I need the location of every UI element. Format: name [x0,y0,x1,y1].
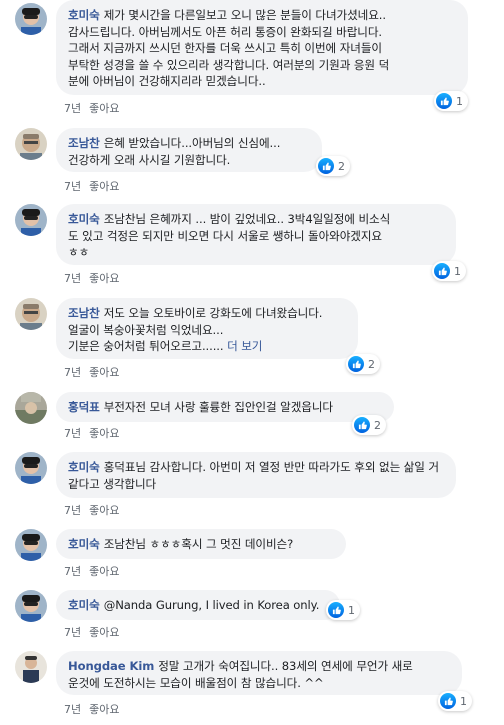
comment-meta: 7년 좋아요 [64,178,120,194]
comment-author[interactable]: Hongdae Kim [68,659,154,673]
like-reaction-icon [348,356,364,372]
comment-text: 조남찬님 은혜까지 ... 밤이 깊었네요.. 3박4일일정에 비소식 도 있고… [68,212,391,259]
see-more-link[interactable]: 더 보기 [227,339,262,353]
comment-bubble: 호미숙 홍덕표님 감사합니다. 아번미 저 열정 반만 따라가도 후외 없는 삶일… [56,452,456,498]
reaction-count[interactable]: 2 [346,354,380,374]
comment-timestamp[interactable]: 7년 [64,502,81,518]
comment-timestamp[interactable]: 7년 [64,100,81,116]
comment-bubble: 호미숙 조남찬님 ㅎㅎㅎ혹시 그 멋진 데이비슨? [56,529,346,559]
comment-meta: 7년 좋아요 [64,270,120,286]
comment-timestamp[interactable]: 7년 [64,563,81,579]
like-link[interactable]: 좋아요 [89,624,119,640]
comment-bubble: 홍덕표 부전자전 모녀 사랑 훌륭한 집안인걸 알겠읍니다 [56,392,394,422]
like-link[interactable]: 좋아요 [89,701,119,717]
reaction-count[interactable]: 1 [438,691,472,711]
comment-author[interactable]: 호미숙 [68,598,100,612]
avatar[interactable] [15,590,47,622]
like-link[interactable]: 좋아요 [89,364,119,380]
like-link[interactable]: 좋아요 [89,563,119,579]
comment-meta: 7년 좋아요 [64,502,120,518]
like-reaction-icon [318,158,334,174]
comment-author[interactable]: 조남찬 [68,136,100,150]
comment-bubble: 조남찬 은혜 받았습니다...아버님의 신심에... 건강하게 오래 사시길 기원… [56,128,322,172]
comment-author[interactable]: 호미숙 [68,537,100,551]
comment-text: 부전자전 모녀 사랑 훌륭한 집안인걸 알겠읍니다 [103,400,333,414]
avatar[interactable] [15,392,47,424]
like-link[interactable]: 좋아요 [89,425,119,441]
like-link[interactable]: 좋아요 [89,100,119,116]
avatar[interactable] [15,651,47,683]
comment-meta: 7년 좋아요 [64,624,120,640]
comment-timestamp[interactable]: 7년 [64,425,81,441]
comment-timestamp[interactable]: 7년 [64,624,81,640]
like-reaction-icon [354,417,370,433]
avatar[interactable] [15,529,47,561]
comment-meta: 7년 좋아요 [64,364,120,380]
reaction-count[interactable]: 1 [432,261,466,281]
comment-author[interactable]: 조남찬 [68,306,100,320]
comment-bubble: 호미숙 조남찬님 은혜까지 ... 밤이 깊었네요.. 3박4일일정에 비소식 도… [56,204,456,265]
like-reaction-icon [436,93,452,109]
comment-timestamp[interactable]: 7년 [64,178,81,194]
comment-text: 저도 오늘 오토바이로 강화도에 다녀왔습니다. 얼굴이 복숭아꽃처럼 익었네요… [68,306,323,353]
reaction-count[interactable]: 2 [352,415,386,435]
comment-author[interactable]: 홍덕표 [68,400,100,414]
comment-meta: 7년 좋아요 [64,100,120,116]
avatar[interactable] [15,204,47,236]
avatar[interactable] [15,452,47,484]
avatar[interactable] [15,3,47,35]
like-link[interactable]: 좋아요 [89,178,119,194]
comment-timestamp[interactable]: 7년 [64,270,81,286]
reaction-count[interactable]: 2 [316,156,350,176]
comment-timestamp[interactable]: 7년 [64,364,81,380]
comment-author[interactable]: 호미숙 [68,212,100,226]
like-link[interactable]: 좋아요 [89,270,119,286]
comment-author[interactable]: 호미숙 [68,460,100,474]
comment-text: 조남찬님 ㅎㅎㅎ혹시 그 멋진 데이비슨? [103,537,294,551]
comment-bubble: 호미숙 제가 몇시간을 다른일보고 오니 많은 분들이 다녀가셨네요.. 감사드립… [56,0,468,95]
like-reaction-icon [328,602,344,618]
like-reaction-icon [440,693,456,709]
comment-text: @Nanda Gurung, I lived in Korea only. [103,598,320,612]
comment-author[interactable]: 호미숙 [68,8,100,22]
reaction-count[interactable]: 1 [434,91,468,111]
comment-bubble: 조남찬 저도 오늘 오토바이로 강화도에 다녀왔습니다. 얼굴이 복숭아꽃처럼 익… [56,298,358,359]
comment-meta: 7년 좋아요 [64,701,120,717]
like-link[interactable]: 좋아요 [89,502,119,518]
avatar[interactable] [15,298,47,330]
comment-bubble: 호미숙 @Nanda Gurung, I lived in Korea only. [56,590,340,620]
comment-text: 홍덕표님 감사합니다. 아번미 저 열정 반만 따라가도 후외 없는 삶일 거 … [68,460,439,491]
reaction-count[interactable]: 1 [326,600,360,620]
like-reaction-icon [434,263,450,279]
comment-meta: 7년 좋아요 [64,425,120,441]
comment-timestamp[interactable]: 7년 [64,701,81,717]
avatar[interactable] [15,128,47,160]
comment-bubble: Hongdae Kim 정말 고개가 숙여집니다.. 83세의 연세에 무언가 새… [56,651,462,695]
comment-text: 제가 몇시간을 다른일보고 오니 많은 분들이 다녀가셨네요.. 감사드립니다.… [68,8,390,88]
comment-meta: 7년 좋아요 [64,563,120,579]
